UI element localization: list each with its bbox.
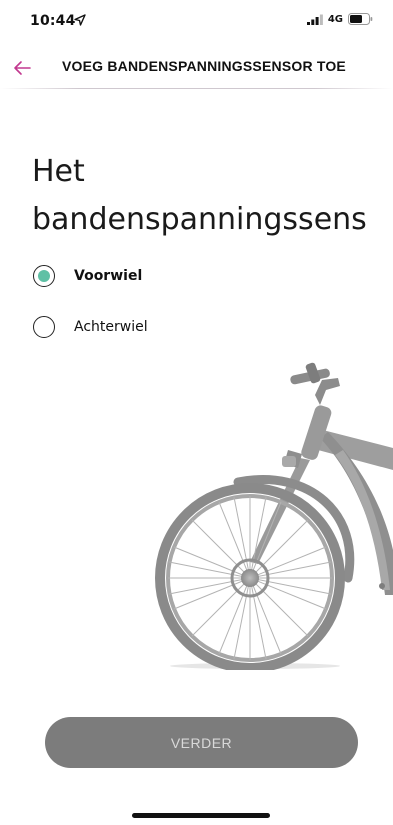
- radio-dot: [38, 270, 50, 282]
- status-bar: 10:44 4G: [0, 0, 393, 40]
- radio-button-unselected[interactable]: [33, 316, 55, 338]
- radio-label-voorwiel: Voorwiel: [74, 268, 143, 284]
- heading-line-2: bandenspanningssens: [32, 202, 367, 238]
- verder-button[interactable]: VERDER: [45, 717, 358, 768]
- signal-icon: [306, 14, 323, 25]
- status-indicators: 4G: [306, 13, 373, 25]
- status-time: 10:44: [30, 13, 76, 29]
- heading-line-1: Het: [32, 154, 85, 190]
- radio-option-achterwiel[interactable]: Achterwiel: [33, 313, 148, 341]
- section-heading: Het bandenspanningssens: [32, 148, 393, 244]
- page-title: VOEG BANDENSPANNINGSSENSOR TOE: [62, 58, 346, 74]
- radio-label-achterwiel: Achterwiel: [74, 319, 148, 335]
- radio-button-selected[interactable]: [33, 265, 55, 287]
- nav-bar: VOEG BANDENSPANNINGSSENSOR TOE: [0, 48, 393, 88]
- ebike-front-image: [155, 362, 393, 670]
- battery-icon: [348, 13, 373, 25]
- header-divider: [0, 88, 393, 89]
- network-type: 4G: [327, 13, 343, 25]
- arrow-left-icon[interactable]: [10, 56, 34, 80]
- radio-option-voorwiel[interactable]: Voorwiel: [33, 262, 148, 290]
- home-indicator[interactable]: [132, 813, 270, 818]
- wheel-radio-group: Voorwiel Achterwiel: [33, 262, 148, 364]
- location-arrow-icon: [74, 14, 86, 26]
